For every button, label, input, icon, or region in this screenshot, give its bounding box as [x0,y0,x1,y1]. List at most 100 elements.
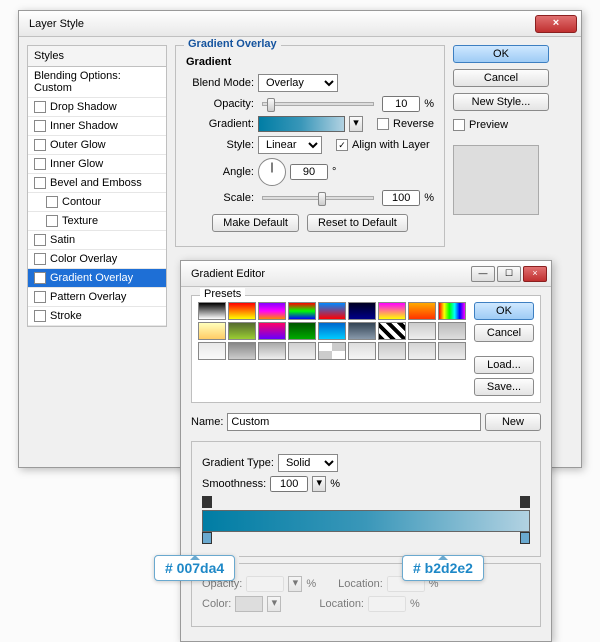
save-button[interactable]: Save... [474,378,534,396]
opacity-slider[interactable] [262,102,374,106]
checkbox[interactable] [34,177,46,189]
opacity-input[interactable] [382,96,420,112]
style-inner-shadow[interactable]: Inner Shadow [28,117,166,136]
checkbox[interactable] [46,196,58,208]
checkbox[interactable] [34,310,46,322]
minimize-icon[interactable]: — [471,266,495,282]
preset-swatch[interactable] [318,302,346,320]
gradient-type-select[interactable]: Solid [278,454,338,472]
angle-input[interactable] [290,164,328,180]
smoothness-input[interactable] [270,476,308,492]
preset-swatch[interactable] [438,342,466,360]
preset-swatch[interactable] [318,322,346,340]
new-style-button[interactable]: New Style... [453,93,549,111]
scale-input[interactable] [382,190,420,206]
cancel-button[interactable]: Cancel [453,69,549,87]
scale-slider[interactable] [262,196,374,200]
preset-swatch[interactable] [378,342,406,360]
titlebar[interactable]: Layer Style × [19,11,581,37]
preset-swatch[interactable] [198,302,226,320]
checkbox[interactable] [34,158,46,170]
checkbox[interactable] [34,101,46,113]
checkbox[interactable]: ✓ [34,272,46,284]
preset-swatch[interactable] [258,302,286,320]
preview-checkbox[interactable] [453,119,465,131]
ge-titlebar[interactable]: Gradient Editor — ☐ × [181,261,551,287]
preset-swatch[interactable] [348,322,376,340]
blending-options[interactable]: Blending Options: Custom [28,67,166,98]
checkbox[interactable] [34,120,46,132]
checkbox[interactable] [34,253,46,265]
section-title: Gradient Overlay [184,38,281,50]
stop-opacity-input [246,576,284,592]
preset-swatch[interactable] [198,322,226,340]
preset-swatch[interactable] [288,302,316,320]
color-stops[interactable] [202,532,530,546]
preset-swatch[interactable] [378,322,406,340]
style-outer-glow[interactable]: Outer Glow [28,136,166,155]
styles-list: Styles Blending Options: Custom Drop Sha… [27,45,167,327]
style-select[interactable]: Linear [258,136,322,154]
styles-header[interactable]: Styles [28,46,166,67]
preset-swatch[interactable] [288,322,316,340]
preset-swatch[interactable] [438,322,466,340]
style-contour[interactable]: Contour [28,193,166,212]
gradient-preview[interactable] [258,116,345,132]
reset-default-button[interactable]: Reset to Default [307,214,408,232]
opacity-stops[interactable] [202,496,530,510]
close-icon[interactable]: × [523,266,547,282]
checkbox[interactable] [46,215,58,227]
preset-swatch[interactable] [438,302,466,320]
angle-dial[interactable] [258,158,286,186]
preset-swatch[interactable] [408,322,436,340]
chevron-down-icon[interactable]: ▾ [312,476,326,492]
checkbox[interactable] [34,139,46,151]
checkbox[interactable] [34,291,46,303]
reverse-checkbox[interactable] [377,118,389,130]
preset-swatch[interactable] [228,322,256,340]
style-inner-glow[interactable]: Inner Glow [28,155,166,174]
preset-swatch[interactable] [258,322,286,340]
new-button[interactable]: New [485,413,541,431]
close-icon[interactable]: × [535,15,577,33]
style-pattern-overlay[interactable]: Pattern Overlay [28,288,166,307]
chevron-down-icon[interactable]: ▾ [349,116,363,132]
preset-swatch[interactable] [198,342,226,360]
gradient-editor-dialog: Gradient Editor — ☐ × Presets OK Cancel … [180,260,552,642]
section-sub: Gradient [186,56,434,68]
ge-ok-button[interactable]: OK [474,302,534,320]
preset-swatch[interactable] [348,342,376,360]
preset-swatch[interactable] [228,302,256,320]
align-checkbox[interactable]: ✓ [336,139,348,151]
color-left-tooltip: # 007da4 [154,555,235,581]
stop-location-input [368,596,406,612]
preset-swatch[interactable] [408,342,436,360]
style-bevel-and-emboss[interactable]: Bevel and Emboss [28,174,166,193]
style-stroke[interactable]: Stroke [28,307,166,326]
presets-group: Presets OK Cancel Load... Save... [191,295,541,403]
preset-swatch[interactable] [258,342,286,360]
gradient-name-input[interactable] [227,413,481,431]
preset-swatch[interactable] [348,302,376,320]
preset-swatch[interactable] [408,302,436,320]
preset-swatch[interactable] [288,342,316,360]
ge-title: Gradient Editor [185,268,471,280]
maximize-icon[interactable]: ☐ [497,266,521,282]
style-gradient-overlay[interactable]: ✓Gradient Overlay [28,269,166,288]
ge-cancel-button[interactable]: Cancel [474,324,534,342]
style-color-overlay[interactable]: Color Overlay [28,250,166,269]
gradient-bar[interactable] [202,510,530,532]
window-title: Layer Style [23,18,535,30]
style-texture[interactable]: Texture [28,212,166,231]
checkbox[interactable] [34,234,46,246]
style-satin[interactable]: Satin [28,231,166,250]
ok-button[interactable]: OK [453,45,549,63]
make-default-button[interactable]: Make Default [212,214,299,232]
blend-mode-select[interactable]: Overlay [258,74,338,92]
preset-swatch[interactable] [318,342,346,360]
color-right-tooltip: # b2d2e2 [402,555,484,581]
preset-swatch[interactable] [228,342,256,360]
load-button[interactable]: Load... [474,356,534,374]
style-drop-shadow[interactable]: Drop Shadow [28,98,166,117]
preset-swatch[interactable] [378,302,406,320]
